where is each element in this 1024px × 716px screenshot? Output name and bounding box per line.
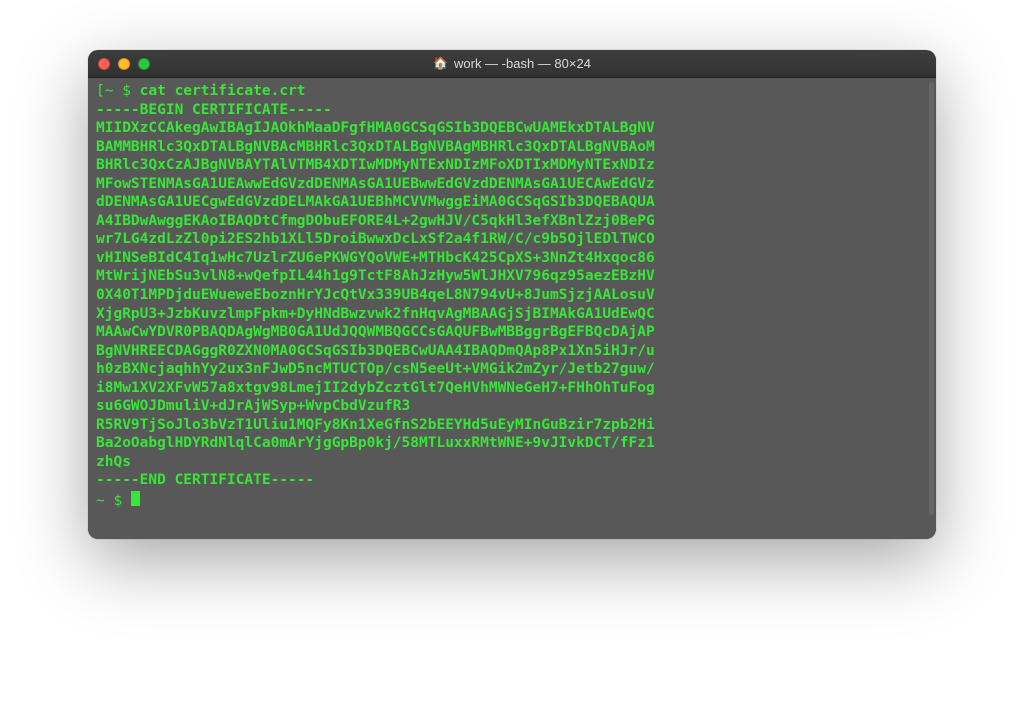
output-line: i8Mw1XV2XFvW57a8xtgv98LmejII2dybZcztGlt7…	[96, 379, 928, 398]
output-line: -----BEGIN CERTIFICATE-----	[96, 101, 928, 120]
output-line: vHINSeBIdC4Iq1wHc7UzlrZU6ePKWGYQoVWE+MTH…	[96, 249, 928, 268]
terminal-window: 🏠 work — -bash — 80×24 [~ $ cat certific…	[88, 50, 936, 539]
window-title: 🏠 work — -bash — 80×24	[88, 56, 936, 71]
maximize-icon[interactable]	[138, 58, 150, 70]
prompt-prefix: ~ $	[96, 492, 131, 511]
prompt-prefix: [~ $	[96, 82, 140, 101]
cursor-icon	[131, 491, 140, 506]
output-line: BHRlc3QxCzAJBgNVBAYTAlVTMB4XDTIwMDMyNTEx…	[96, 156, 928, 175]
output-line: MIIDXzCCAkegAwIBAgIJAOkhMaaDFgfHMA0GCSqG…	[96, 119, 928, 138]
output-line: A4IBDwAwggEKAoIBAQDtCfmgDObuEFORE4L+2gwH…	[96, 212, 928, 231]
home-icon: 🏠	[433, 56, 448, 71]
close-icon[interactable]	[98, 58, 110, 70]
output-line: MtWrijNEbSu3vlN8+wQefpIL44h1g9TctF8AhJzH…	[96, 267, 928, 286]
output-line: 0X40T1MPDjduEWueweEboznHrYJcQtVx339UB4qe…	[96, 286, 928, 305]
prompt-line-1: [~ $ cat certificate.crt	[96, 82, 928, 101]
title-text: work — -bash — 80×24	[454, 56, 591, 71]
scrollbar[interactable]	[929, 82, 934, 515]
traffic-lights	[98, 58, 150, 70]
output-line: wr7LG4zdLzZl0pi2ES2hb1XLl5DroiBwwxDcLxSf…	[96, 230, 928, 249]
output-line: BAMMBHRlc3QxDTALBgNVBAcMBHRlc3QxDTALBgNV…	[96, 138, 928, 157]
titlebar[interactable]: 🏠 work — -bash — 80×24	[88, 50, 936, 78]
command-text: cat certificate.crt	[140, 82, 306, 101]
output-line: XjgRpU3+JzbKuvzlmpFpkm+DyHNdBwzvwk2fnHqv…	[96, 305, 928, 324]
output-line: MAAwCwYDVR0PBAQDAgWgMB0GA1UdJQQWMBQGCCsG…	[96, 323, 928, 342]
output-line: -----END CERTIFICATE-----	[96, 471, 928, 490]
minimize-icon[interactable]	[118, 58, 130, 70]
output-line: su6GWOJDmuliV+dJrAjWSyp+WvpCbdVzufR3	[96, 397, 928, 416]
terminal-body[interactable]: [~ $ cat certificate.crt -----BEGIN CERT…	[88, 78, 936, 539]
output-line: zhQs	[96, 453, 928, 472]
output-line: Ba2oOabglHDYRdNlqlCa0mArYjgGpBp0kj/58MTL…	[96, 434, 928, 453]
output-line: dDENMAsGA1UECgwEdGVzdDELMAkGA1UEBhMCVVMw…	[96, 193, 928, 212]
output-line: R5RV9TjSoJlo3bVzT1Uliu1MQFy8Kn1XeGfnS2bE…	[96, 416, 928, 435]
prompt-line-2: ~ $	[96, 490, 928, 511]
output-line: MFowSTENMAsGA1UEAwwEdGVzdDENMAsGA1UEBwwE…	[96, 175, 928, 194]
output-line: BgNVHREECDAGggR0ZXN0MA0GCSqGSIb3DQEBCwUA…	[96, 342, 928, 361]
scrollbar-thumb[interactable]	[929, 82, 934, 515]
output-line: h0zBXNcjaqhhYy2ux3nFJwD5ncMTUCTOp/csN5ee…	[96, 360, 928, 379]
